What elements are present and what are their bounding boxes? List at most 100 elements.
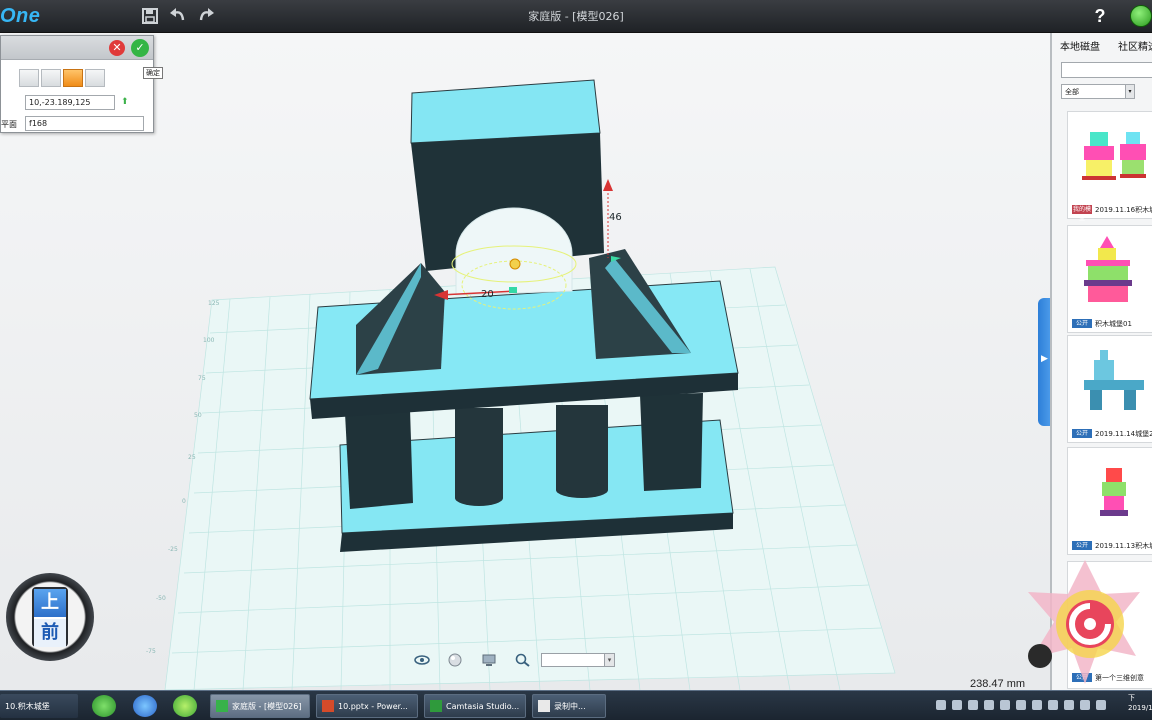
property-panel: ✕ ✓ ⬆ 平面 [0,35,154,133]
panel-confirm-button[interactable]: ✓ [131,39,149,57]
tray-icon[interactable] [1080,700,1090,710]
render-icon[interactable] [446,652,464,668]
card-title: 2019.11.16积木城堡 [1095,206,1152,214]
library-filter-select[interactable]: 全部 ▾ [1061,84,1135,99]
card-badge: 公开 [1072,541,1092,550]
tray-icon[interactable] [1096,700,1106,710]
redo-icon[interactable] [194,4,218,28]
scene-canvas: 125 100 75 50 25 0 -25 -50 -75 46 20 [0,33,1050,690]
camtasia-icon [430,700,442,712]
recorder-watermark-logo [1028,560,1140,684]
clock-time: 下 [1128,694,1135,702]
grid-tick-label: 25 [188,454,196,461]
grid-tick-label: -75 [146,648,156,655]
library-card[interactable]: 我的模型 2019.11.16积木城堡 [1067,111,1152,222]
grid-tick-label: 100 [203,337,215,344]
card-title: 2019.11.13积木城 [1095,542,1152,550]
card-badge: 公开 [1072,319,1092,328]
library-search-input[interactable] [1061,62,1152,78]
view-front-face[interactable]: 前 [34,619,66,647]
view-cube[interactable]: 上 前 [6,573,94,661]
cylinder-left [455,408,503,498]
tray-icon[interactable] [1064,700,1074,710]
zoom-icon[interactable] [514,652,532,668]
title-bar: One 家庭版 - [模型026] ? [0,0,1152,33]
card-badge: 我的模型 [1072,205,1092,222]
size-readout: 238.47 mm [970,678,1026,690]
recorder-icon [538,700,550,712]
offset-dimension-label[interactable]: 20 [481,289,494,300]
media-player-icon[interactable] [173,695,197,717]
view-cube-face[interactable]: 上 前 [32,587,68,647]
mode-button-1[interactable] [19,69,39,87]
pin-icon[interactable]: ⬆ [121,97,129,107]
library-card[interactable]: 公开 2019.11.14城堡2 [1067,335,1152,443]
card-title: 2019.11.14城堡2 [1095,430,1152,438]
library-filter-value: 全部 [1065,88,1079,96]
3done-app-window: One 家庭版 - [模型026] ? 125 100 75 50 25 0 -… [0,0,1152,720]
model-thumbnail [1084,350,1144,410]
eye-icon[interactable] [413,652,431,668]
start-area[interactable]: 10.积木城堡 [0,694,78,718]
tray-icon[interactable] [968,700,978,710]
volume-icon[interactable] [1032,700,1042,710]
height-dimension-label[interactable]: 46 [609,212,622,223]
property-panel-header: ✕ ✓ [1,36,153,60]
tray-icon[interactable] [952,700,962,710]
model-thumbnail [1082,132,1146,180]
library-card[interactable]: 公开 积木城堡01 [1067,225,1152,333]
taskbar-item-label: 家庭版 - [模型026] [232,701,302,711]
grid-tick-label: 50 [194,412,202,419]
view-top-face[interactable]: 上 [34,589,66,617]
name-field-label: 平面 [1,120,17,129]
mode-button-3[interactable] [63,69,83,87]
clock-date: 2019/1 [1128,704,1152,712]
library-card[interactable]: 公开 2019.11.13积木城 [1067,447,1152,555]
undo-icon[interactable] [166,4,190,28]
taskbar-item-camtasia[interactable]: Camtasia Studio... [424,694,526,718]
chevron-down-icon[interactable]: ▾ [1125,85,1134,98]
panel-collapse-tab[interactable]: ▶ [1038,298,1050,426]
app-360-icon[interactable] [92,695,116,717]
grid-tick-label: 75 [198,375,206,382]
powerpoint-icon [322,700,334,712]
model-thumbnail [1084,236,1132,302]
chevron-down-icon[interactable]: ▾ [604,654,614,666]
card-badge: 公开 [1072,429,1092,438]
tray-icon[interactable] [1016,700,1026,710]
taskbar-item-label: Camtasia Studio... [446,701,520,711]
tray-icon[interactable] [936,700,946,710]
3d-viewport[interactable]: 125 100 75 50 25 0 -25 -50 -75 46 20 [0,33,1050,690]
model-thumbnail [1100,468,1128,516]
browser-icon[interactable] [133,695,157,717]
tab-community[interactable]: 社区精选 [1118,38,1152,53]
mode-button-4[interactable] [85,69,105,87]
system-clock[interactable]: 下 2019/1 [1128,693,1152,713]
taskbar-item-label: 10.pptx - Power... [338,701,408,711]
cylinder-right [556,405,608,490]
start-label: 10.积木城堡 [5,701,50,711]
mode-button-2[interactable] [41,69,61,87]
tray-icon[interactable] [1000,700,1010,710]
taskbar-item-3done[interactable]: 家庭版 - [模型026] [210,694,310,718]
coordinate-input[interactable] [25,95,115,110]
taskbar-item-powerpoint[interactable]: 10.pptx - Power... [316,694,418,718]
help-button[interactable]: ? [1088,3,1112,29]
chevron-right-icon: ▶ [1041,354,1048,364]
taskbar-item-label: 录制中... [554,701,586,711]
tray-icon[interactable] [984,700,994,710]
view-mode-select[interactable]: ▾ [541,653,615,667]
card-title: 积木城堡01 [1095,320,1132,328]
grid-tick-label: 125 [208,300,220,307]
tab-local-disk[interactable]: 本地磁盘 [1060,38,1100,53]
display-icon[interactable] [480,652,498,668]
save-icon[interactable] [138,4,162,28]
network-icon[interactable] [1048,700,1058,710]
taskbar-item-recorder[interactable]: 录制中... [532,694,606,718]
name-input[interactable] [25,116,144,131]
windows-taskbar: 10.积木城堡 家庭版 - [模型026] 10.pptx - Power...… [0,690,1152,720]
account-status-button[interactable] [1130,5,1152,27]
pillar-left [345,409,413,509]
panel-close-button[interactable]: ✕ [109,40,125,56]
app-logo: One [0,5,41,27]
